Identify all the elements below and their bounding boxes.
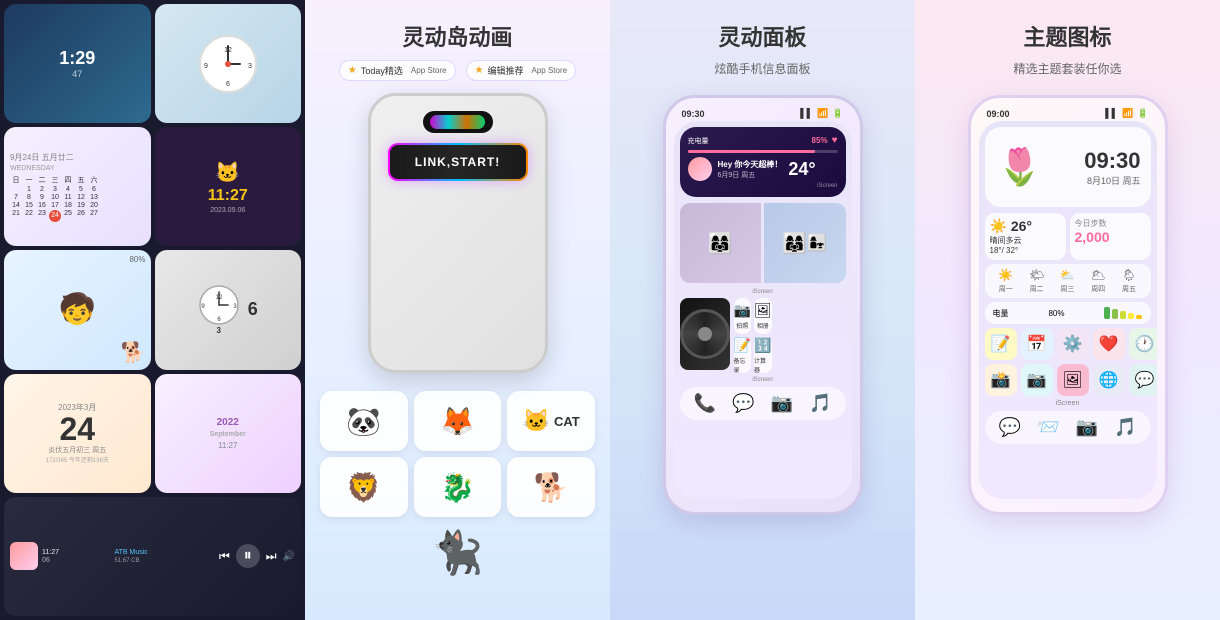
info-panel: 充电量 85% ♥ Hey 你今天超棒！ 6月9日 周五 24° xyxy=(680,127,846,197)
dock-music[interactable]: 🎵 xyxy=(809,393,831,414)
prev-icon[interactable]: ⏮ xyxy=(219,549,230,564)
widget-lunar: 2022 September 11:27 xyxy=(155,374,302,493)
dock4-music[interactable]: 🎵 xyxy=(1114,417,1136,438)
vinyl-cell xyxy=(680,298,730,370)
cat-grid: 🐼 🦊 🐱 CAT 🦁 🐉 🐕 xyxy=(320,391,595,517)
tulip-icon: 🌷 xyxy=(995,137,1045,197)
app-icon-photos[interactable]: 🖼 相册 xyxy=(754,298,772,334)
theme-icon-gallery[interactable]: 🖼 xyxy=(1057,364,1089,396)
widget-time: 1:29 47 xyxy=(4,4,151,123)
play-icon[interactable]: ⏸ xyxy=(236,544,260,568)
svg-text:9: 9 xyxy=(204,63,208,70)
cat-item-cat: 🐱 CAT xyxy=(507,391,595,451)
dock4-messenger[interactable]: 📨 xyxy=(1037,417,1059,438)
cat-item-fire: 🦁 xyxy=(320,457,408,517)
svg-text:3: 3 xyxy=(248,63,252,70)
weather-widget: ☀️ 26° 晴间多云 18°/ 32° xyxy=(985,213,1066,260)
panel-dynamic-island: 灵动岛动画 ★ Today精选 App Store ★ 编辑推荐 App Sto… xyxy=(305,0,610,620)
link-start-btn: LINK,START! xyxy=(388,143,528,181)
avatar xyxy=(688,157,712,181)
widget-calendar: 9月24日 五月廿二 WEDNESDAY 日一二三四五六 123456 7891… xyxy=(4,127,151,246)
phone-mockup-4: 09:00 ▌▌ 📶 🔋 🌷 09:30 8月10日 周五 ☀️ 26° 晴 xyxy=(968,95,1168,515)
badge-editor: ★ 编辑推荐 App Store xyxy=(466,60,577,81)
panel-smart-panel: 灵动面板 炫酷手机信息面板 09:30 ▌▌ 📶 🔋 充电量 85% ♥ xyxy=(610,0,915,620)
dock-instagram[interactable]: 📷 xyxy=(771,393,793,414)
cat-item-panda: 🐼 xyxy=(320,391,408,451)
theme-icon-calendar[interactable]: 📅 xyxy=(1021,328,1053,360)
panel3-subtitle: 炫酷手机信息面板 xyxy=(714,60,810,77)
app-icons-grid: 📝 📅 ⚙️ ❤️ 🕐 28 📸 📷 🖼 🌐 💬 xyxy=(985,328,1151,396)
status-bar-4: 09:00 ▌▌ 📶 🔋 xyxy=(979,106,1157,121)
phone-mockup-3: 09:30 ▌▌ 📶 🔋 充电量 85% ♥ xyxy=(663,95,863,515)
panel-theme-icons: 主题图标 精选主题套装任你选 09:00 ▌▌ 📶 🔋 🌷 09:30 8月10… xyxy=(915,0,1220,620)
cat-item-fox: 🦊 xyxy=(414,391,502,451)
widget-macbook: 12 3 6 9 3 6 xyxy=(155,250,302,369)
panel-widgets: 1:29 47 12 3 6 9 9月24日 五月廿二 WEDNESDAY 日一… xyxy=(0,0,305,620)
app-icon-camera[interactable]: 📷 拍照 xyxy=(734,298,751,334)
dock4-whatsapp[interactable]: 💬 xyxy=(999,417,1021,438)
theme-icon-camera2[interactable]: 📸 xyxy=(985,364,1017,396)
badge-today: ★ Today精选 App Store xyxy=(339,60,456,81)
bottom-dock: 📞 💬 📷 🎵 xyxy=(680,387,846,420)
steps-widget: 今日步数 2,000 xyxy=(1070,213,1151,260)
widget-player: 11:27 06 ATB Music 51.67 CB ⏮ ⏸ ⏭ 🔊 xyxy=(4,497,301,616)
theme-icon-photo[interactable]: 📷 xyxy=(1021,364,1053,396)
battery-widget: 电量 80% xyxy=(985,302,1151,324)
theme-icon-settings[interactable]: ⚙️ xyxy=(1057,328,1089,360)
dock-messenger[interactable]: 💬 xyxy=(732,393,754,414)
time-widget: 🌷 09:30 8月10日 周五 xyxy=(985,127,1151,207)
theme-icon-notes[interactable]: 📝 xyxy=(985,328,1017,360)
panel2-title: 灵动岛动画 xyxy=(402,20,512,52)
panel3-title: 灵动面板 xyxy=(718,20,806,52)
dock-phone[interactable]: 📞 xyxy=(694,393,716,414)
clock-svg: 12 3 6 9 xyxy=(198,34,258,94)
cat-item-dragon: 🐉 xyxy=(414,457,502,517)
theme-icon-clock[interactable]: 🕐 28 xyxy=(1129,328,1157,360)
next-icon[interactable]: ⏭ xyxy=(266,549,277,564)
bottom-black-cat: 🐈‍⬛ xyxy=(431,529,483,578)
cat-item-dog: 🐕 xyxy=(507,457,595,517)
theme-icon-messages[interactable]: 💬 xyxy=(1129,364,1157,396)
volume-icon[interactable]: 🔊 xyxy=(283,551,295,562)
panel4-subtitle: 精选主题套装任你选 xyxy=(1013,60,1121,77)
weekly-weather: ☀️ 周一 🌤 周二 ⛅ 周三 🌥 周四 🌦 周五 xyxy=(985,264,1151,298)
widget-date: 2023年3月 24 炎伏五月初三 周五 172/365 今年还剩198天 xyxy=(4,374,151,493)
status-bar-3: 09:30 ▌▌ 📶 🔋 xyxy=(674,106,852,121)
panel2-badges: ★ Today精选 App Store ★ 编辑推荐 App Store xyxy=(339,60,576,81)
phone-mockup-2: LINK,START! xyxy=(368,93,548,373)
panel4-title: 主题图标 xyxy=(1023,20,1111,52)
app-icon-notes[interactable]: 📝 备忘录 xyxy=(734,337,751,373)
photo-grid: 👩‍👧 xyxy=(680,203,846,283)
svg-text:6: 6 xyxy=(226,81,230,88)
bottom-dock-4: 💬 📨 📷 🎵 xyxy=(985,411,1151,444)
dynamic-island xyxy=(423,111,493,133)
widget-pixel: 🐱 11:27 2023.09.06 xyxy=(155,127,302,246)
theme-icon-safari[interactable]: 🌐 xyxy=(1093,364,1125,396)
theme-icon-health[interactable]: ❤️ xyxy=(1093,328,1125,360)
widget-clock: 12 3 6 9 xyxy=(155,4,302,123)
widget-character: 80% 🧒 🐕 xyxy=(4,250,151,369)
app-icon-calc[interactable]: 🔢 计算器 xyxy=(754,337,772,373)
dock4-instagram[interactable]: 📷 xyxy=(1076,417,1098,438)
